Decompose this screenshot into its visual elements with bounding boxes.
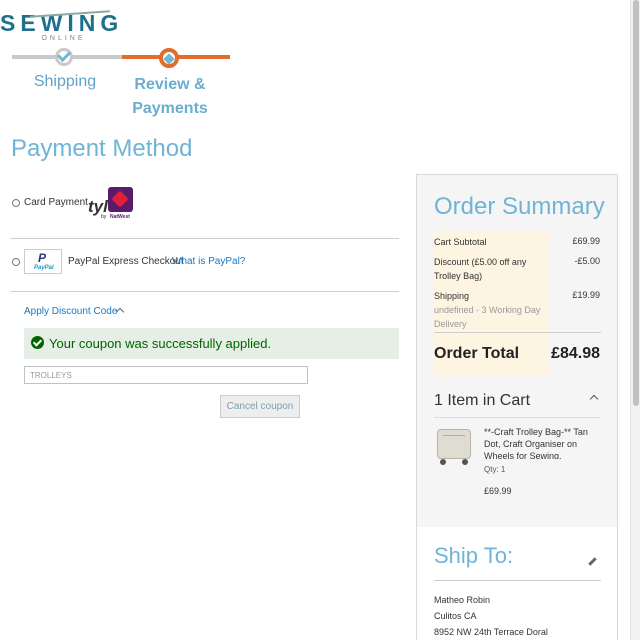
order-summary-panel: Order Summary Cart Subtotal £69.99 Disco…: [416, 174, 618, 640]
paypal-p-icon: P: [38, 251, 47, 265]
ship-to-city: Culitos CA: [434, 611, 477, 621]
card-payment-label[interactable]: Card Payment: [24, 197, 88, 208]
item-name: **-Craft Trolley Bag-** Tan Dot, Craft O…: [484, 427, 588, 459]
item-qty: Qty: 1: [484, 465, 506, 474]
order-total-value: £84.98: [551, 345, 600, 362]
cancel-coupon-button[interactable]: Cancel coupon: [220, 395, 300, 418]
shipping-method-text: undefined - 3 Working Day Delivery: [434, 305, 541, 329]
coupon-success-message: Your coupon was successfully applied.: [24, 328, 399, 359]
coupon-code-input[interactable]: [24, 366, 308, 384]
order-summary-title: Order Summary: [434, 193, 605, 220]
ship-to-name: Matheo Robin: [434, 595, 491, 605]
what-is-paypal-link[interactable]: What is PayPal?: [172, 256, 245, 267]
item-price: £69.99: [484, 486, 512, 496]
totals-divider: [434, 332, 601, 333]
apply-discount-toggle[interactable]: Apply Discount Code: [24, 306, 117, 317]
tyl-by-text: by: [101, 214, 107, 220]
natwest-logo-icon: [108, 187, 133, 212]
divider: [10, 238, 399, 239]
paypal-label[interactable]: PayPal Express Checkout: [68, 256, 184, 267]
pencil-icon[interactable]: [588, 557, 597, 566]
page-scrollbar[interactable]: [630, 0, 640, 640]
step-review-label: Review & Payments: [132, 76, 208, 117]
divider: [10, 291, 399, 292]
items-divider: [434, 417, 601, 418]
product-thumbnail: [434, 425, 474, 468]
paypal-radio[interactable]: [12, 258, 20, 266]
order-total-label: Order Total: [434, 345, 520, 362]
items-in-cart-toggle[interactable]: 1 Item in Cart: [434, 392, 530, 410]
success-text: Your coupon was successfully applied.: [49, 336, 272, 351]
check-icon: [56, 47, 72, 63]
paypal-logo-text: PayPal: [34, 265, 54, 271]
ship-to-divider: [434, 580, 601, 581]
cart-subtotal-value: £69.99: [572, 236, 600, 246]
chevron-up-icon[interactable]: [589, 394, 599, 404]
step-shipping-label[interactable]: Shipping: [20, 73, 110, 91]
checkout-progress-bar: [10, 47, 230, 68]
discount-value: -£5.00: [574, 256, 600, 266]
shipping-label: Shipping: [434, 291, 470, 301]
step-review-marker: [159, 48, 179, 68]
ship-to-section: Ship To: Matheo Robin Culitos CA 8952 NW…: [417, 527, 617, 640]
cart-subtotal-label: Cart Subtotal: [434, 237, 487, 247]
paypal-logo: P PayPal: [24, 249, 62, 274]
ship-to-street: 8952 NW 24th Terrace Doral: [434, 627, 548, 637]
success-check-icon: [31, 336, 44, 349]
active-step-icon: [163, 53, 175, 65]
shipping-value: £19.99: [572, 290, 600, 300]
ship-to-title: Ship To:: [434, 543, 514, 568]
discount-label: Discount (£5.00 off any Trolley Bag): [434, 257, 527, 281]
scrollbar-thumb[interactable]: [633, 0, 639, 406]
natwest-logo-text: NatWest: [110, 214, 130, 220]
card-payment-radio[interactable]: [12, 199, 20, 207]
page-title: Payment Method: [11, 135, 193, 162]
site-logo[interactable]: SEWING ONLINE: [0, 10, 118, 42]
step-shipping-marker[interactable]: [55, 47, 73, 66]
